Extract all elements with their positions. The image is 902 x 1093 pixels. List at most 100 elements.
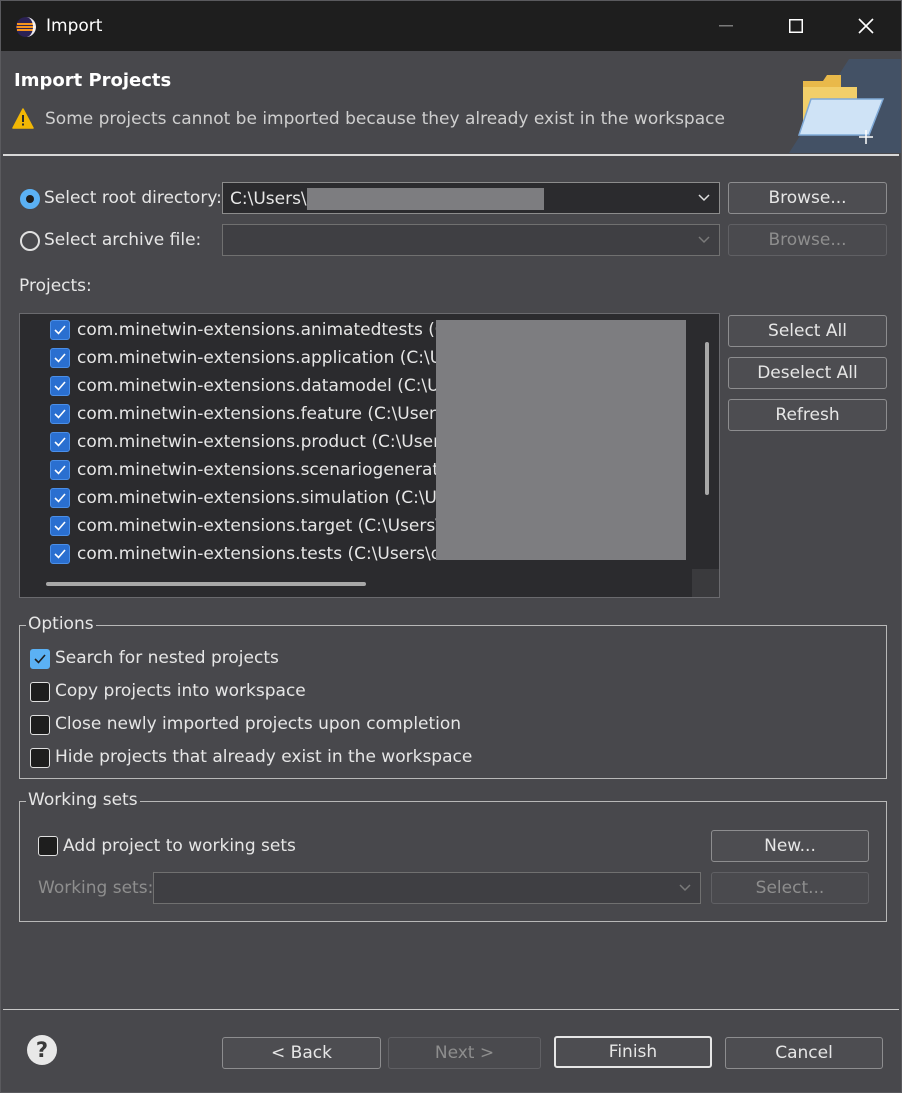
project-name: com.minetwin-extensions.simulation (C:\U… xyxy=(77,488,473,508)
close-icon xyxy=(858,18,874,34)
project-row[interactable]: com.minetwin-extensions.feature (C:\User… xyxy=(50,400,472,428)
root-directory-label: Select root directory: xyxy=(44,188,222,208)
new-working-set-button[interactable]: New... xyxy=(711,830,869,862)
project-checkbox[interactable] xyxy=(50,320,70,340)
help-button[interactable]: ? xyxy=(27,1035,57,1065)
project-name: com.minetwin-extensions.application (C:\… xyxy=(77,348,469,368)
hide-existing-label: Hide projects that already exist in the … xyxy=(55,747,473,767)
project-row[interactable]: com.minetwin-extensions.simulation (C:\U… xyxy=(50,484,472,512)
root-directory-combo[interactable]: C:\Users\ xyxy=(222,182,720,214)
working-sets-title: Working sets xyxy=(26,790,140,810)
banner-separator xyxy=(3,154,899,156)
footer-separator xyxy=(3,1009,899,1010)
redacted-paths xyxy=(436,320,686,560)
checkmark-icon xyxy=(54,437,66,447)
minimize-button[interactable] xyxy=(691,1,761,51)
project-checkbox[interactable] xyxy=(50,404,70,424)
projects-list[interactable]: com.minetwin-extensions.animatedtests (C… xyxy=(19,313,720,598)
archive-file-label: Select archive file: xyxy=(44,230,202,250)
project-checkbox[interactable] xyxy=(50,348,70,368)
horizontal-scrollbar[interactable] xyxy=(20,569,692,597)
checkmark-icon xyxy=(54,381,66,391)
project-row[interactable]: com.minetwin-extensions.product (C:\User… xyxy=(50,428,465,456)
projects-label: Projects: xyxy=(19,276,92,296)
cancel-button[interactable]: Cancel xyxy=(725,1037,883,1069)
copy-projects-label: Copy projects into workspace xyxy=(55,681,306,701)
checkmark-icon xyxy=(54,521,66,531)
chevron-down-icon xyxy=(679,884,691,892)
options-title: Options xyxy=(26,614,96,634)
search-nested-label: Search for nested projects xyxy=(55,648,279,668)
checkmark-icon xyxy=(54,465,66,475)
archive-file-combo[interactable] xyxy=(222,224,720,256)
next-button[interactable]: Next > xyxy=(388,1037,541,1069)
minimize-icon xyxy=(719,25,733,27)
project-name: com.minetwin-extensions.tests (C:\Users\… xyxy=(77,544,473,564)
title-bar: Import xyxy=(1,1,901,51)
horizontal-scroll-thumb[interactable] xyxy=(46,582,366,586)
checkmark-icon xyxy=(54,549,66,559)
warning-icon xyxy=(12,108,34,129)
hide-existing-checkbox[interactable] xyxy=(30,748,50,768)
project-row[interactable]: com.minetwin-extensions.target (C:\Users… xyxy=(50,512,472,540)
project-row[interactable]: com.minetwin-extensions.animatedtests (C… xyxy=(50,316,471,344)
browse-root-button[interactable]: Browse... xyxy=(728,182,887,214)
project-row[interactable]: com.minetwin-extensions.application (C:\… xyxy=(50,344,468,372)
redacted-path xyxy=(307,188,544,210)
working-sets-label: Working sets: xyxy=(38,878,154,898)
root-directory-value: C:\Users\ xyxy=(230,189,307,209)
project-checkbox[interactable] xyxy=(50,544,70,564)
chevron-down-icon xyxy=(698,236,710,244)
maximize-button[interactable] xyxy=(761,1,831,51)
search-nested-checkbox[interactable] xyxy=(30,649,50,669)
add-to-working-sets-label: Add project to working sets xyxy=(63,836,296,856)
deselect-all-button[interactable]: Deselect All xyxy=(728,357,887,389)
page-title: Import Projects xyxy=(14,70,172,91)
checkmark-icon xyxy=(34,654,46,664)
wizard-banner: Import Projects Some projects cannot be … xyxy=(1,51,901,155)
project-name: com.minetwin-extensions.feature (C:\User… xyxy=(77,404,472,424)
browse-archive-button[interactable]: Browse... xyxy=(728,224,887,256)
back-button[interactable]: < Back xyxy=(222,1037,381,1069)
import-dialog: Import Import Projects Some projects can… xyxy=(0,0,902,1093)
project-name: com.minetwin-extensions.datamodel (C:\Us… xyxy=(77,376,466,396)
project-name: com.minetwin-extensions.scenariogenerato… xyxy=(77,460,469,480)
checkmark-icon xyxy=(54,493,66,503)
project-checkbox[interactable] xyxy=(50,432,70,452)
checkmark-icon xyxy=(54,409,66,419)
project-row[interactable]: com.minetwin-extensions.tests (C:\Users\… xyxy=(50,540,472,568)
add-to-working-sets-checkbox[interactable] xyxy=(38,836,58,856)
archive-file-radio[interactable] xyxy=(20,231,40,251)
project-checkbox[interactable] xyxy=(50,460,70,480)
import-folder-icon xyxy=(789,59,901,153)
finish-button[interactable]: Finish xyxy=(554,1036,712,1068)
close-window-button[interactable] xyxy=(831,1,901,51)
select-working-sets-button[interactable]: Select... xyxy=(711,872,869,904)
select-all-button[interactable]: Select All xyxy=(728,315,887,347)
checkmark-icon xyxy=(54,325,66,335)
root-directory-radio[interactable] xyxy=(20,189,40,209)
maximize-icon xyxy=(789,19,803,33)
chevron-down-icon xyxy=(698,194,710,202)
vertical-scrollbar[interactable] xyxy=(692,314,719,569)
eclipse-logo-icon xyxy=(16,17,36,37)
close-imported-label: Close newly imported projects upon compl… xyxy=(55,714,462,734)
scroll-corner xyxy=(692,569,719,597)
working-sets-combo[interactable] xyxy=(153,872,701,904)
archive-dropdown[interactable] xyxy=(689,225,719,255)
checkmark-icon xyxy=(54,353,66,363)
project-checkbox[interactable] xyxy=(50,516,70,536)
project-checkbox[interactable] xyxy=(50,488,70,508)
project-row[interactable]: com.minetwin-extensions.scenariogenerato… xyxy=(50,456,469,484)
copy-projects-checkbox[interactable] xyxy=(30,682,50,702)
vertical-scroll-thumb[interactable] xyxy=(705,342,709,495)
banner-message: Some projects cannot be imported because… xyxy=(45,109,725,129)
root-directory-dropdown[interactable] xyxy=(689,183,719,213)
refresh-button[interactable]: Refresh xyxy=(728,399,887,431)
close-imported-checkbox[interactable] xyxy=(30,715,50,735)
project-checkbox[interactable] xyxy=(50,376,70,396)
project-row[interactable]: com.minetwin-extensions.datamodel (C:\Us… xyxy=(50,372,466,400)
working-sets-dropdown[interactable] xyxy=(670,873,700,903)
project-name: com.minetwin-extensions.animatedtests (C… xyxy=(77,320,471,340)
project-name: com.minetwin-extensions.target (C:\Users… xyxy=(77,516,473,536)
